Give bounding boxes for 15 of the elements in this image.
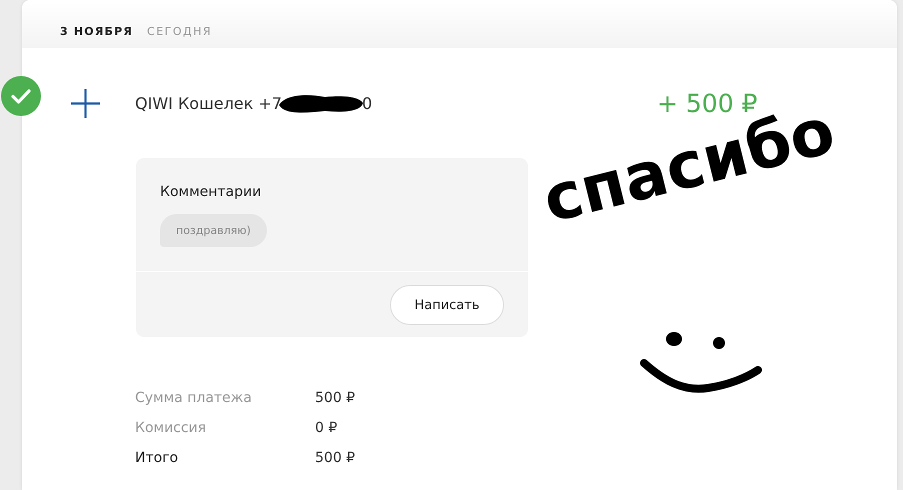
summary-value: 500 ₽ xyxy=(315,450,356,466)
summary-value: 500 ₽ xyxy=(315,390,356,406)
comment-bubble: поздравляю) xyxy=(160,214,267,247)
recipient-title-end: 0 xyxy=(362,94,372,112)
summary-label: Итого xyxy=(135,450,180,466)
write-button[interactable]: Написать xyxy=(390,285,504,325)
summary-value: 0 ₽ xyxy=(315,420,338,436)
date-label: 3 НОЯБРЯ xyxy=(60,24,134,38)
amount: + 500 ₽ xyxy=(657,88,758,118)
summary-label: Комиссия xyxy=(135,420,208,436)
comments-title: Комментарии xyxy=(160,184,262,200)
plus-icon xyxy=(70,88,101,118)
summary-label: Сумма платежа xyxy=(135,390,253,406)
recipient-title: QIWI Кошелек +7 xyxy=(135,94,282,112)
day-label: СЕГОДНЯ xyxy=(147,24,212,38)
